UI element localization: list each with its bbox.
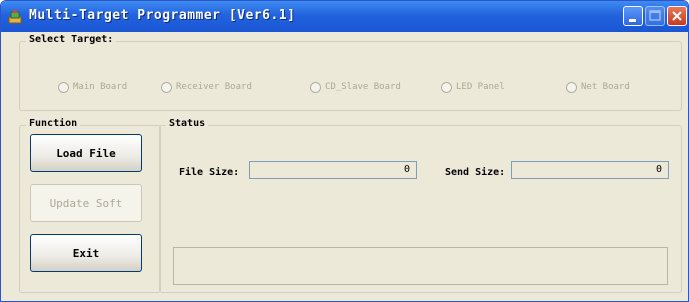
radio-label: Net Board: [581, 82, 630, 92]
status-message-panel: [173, 247, 668, 285]
file-size-label: File Size:: [179, 167, 240, 178]
exit-button[interactable]: Exit: [30, 234, 142, 272]
maximize-button[interactable]: [645, 6, 665, 26]
radio-label: Receiver Board: [176, 82, 252, 92]
close-icon: [672, 11, 682, 21]
radio-main-board[interactable]: Main Board: [58, 80, 127, 94]
status-label: Status: [166, 118, 209, 129]
radio-label: LED Panel: [456, 82, 505, 92]
radio-cd-slave-board[interactable]: CD_Slave Board: [310, 80, 401, 94]
target-radio-row: Main Board Receiver Board CD_Slave Board…: [20, 80, 681, 94]
function-label: Function: [26, 118, 81, 129]
update-soft-button[interactable]: Update Soft: [30, 184, 142, 222]
file-size-field: 0: [249, 161, 417, 179]
radio-led-panel[interactable]: LED Panel: [441, 80, 505, 94]
radio-circle: [566, 81, 577, 93]
minimize-button[interactable]: [623, 6, 643, 26]
programmer-window: Multi-Target Programmer [Ver6.1] Select …: [0, 0, 689, 302]
send-size-label: Send Size:: [445, 167, 506, 178]
load-file-button[interactable]: Load File: [30, 134, 142, 172]
app-icon: [8, 10, 22, 24]
radio-label: CD_Slave Board: [325, 82, 401, 92]
close-button[interactable]: [667, 6, 687, 26]
send-size-field: 0: [511, 161, 669, 179]
select-target-label: Select Target:: [26, 34, 117, 45]
radio-net-board[interactable]: Net Board: [566, 80, 630, 94]
select-target-group: Select Target: Main Board Receiver Board…: [19, 34, 682, 111]
minimize-icon: [629, 19, 636, 22]
radio-circle: [310, 81, 321, 93]
title-bar[interactable]: Multi-Target Programmer [Ver6.1]: [1, 1, 688, 32]
radio-circle: [441, 81, 452, 93]
function-group: Function Load File Update Soft Exit: [19, 118, 161, 293]
radio-receiver-board[interactable]: Receiver Board: [161, 80, 252, 94]
window-title: Multi-Target Programmer [Ver6.1]: [29, 8, 296, 23]
radio-label: Main Board: [73, 82, 128, 92]
radio-circle: [58, 81, 69, 93]
radio-circle: [161, 81, 172, 93]
maximize-icon: [649, 10, 661, 21]
